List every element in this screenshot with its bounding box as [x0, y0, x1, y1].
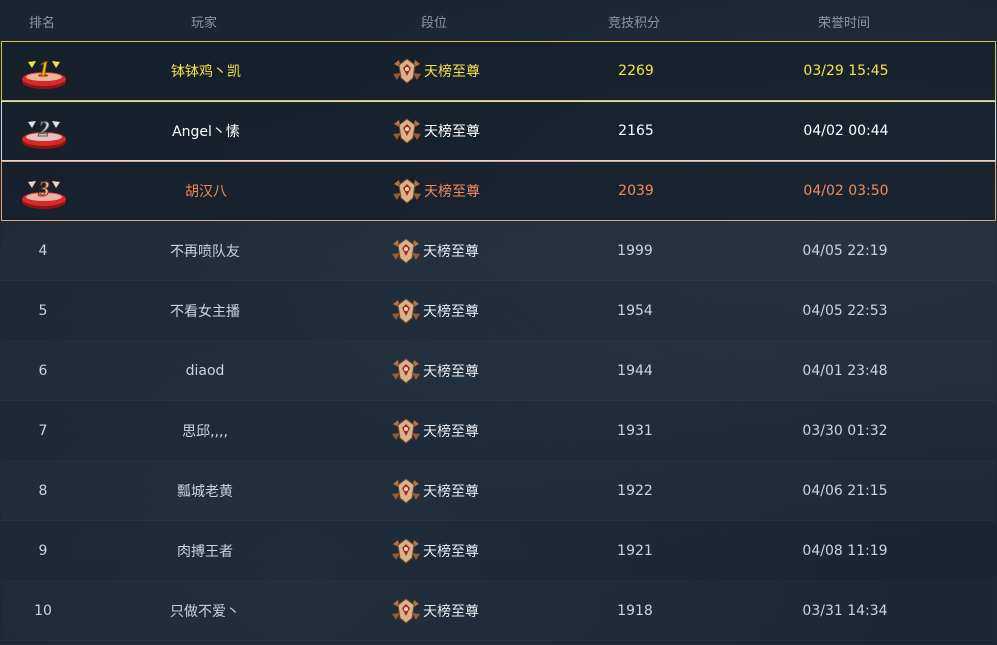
header-score: 竞技积分 — [607, 15, 660, 31]
time-cell: 04/08 11:19 — [802, 542, 888, 559]
player-name[interactable]: 胡汉八 — [86, 181, 326, 201]
tier-cell: 天榜至尊 — [325, 536, 545, 566]
score-cell: 1922 — [617, 482, 653, 499]
bronze-medal-icon: 3 — [22, 176, 66, 209]
table-row[interactable]: 9 肉搏王者 天榜至尊 1921 04/08 11:19 — [1, 521, 996, 581]
time-cell: 03/29 15:45 — [803, 63, 889, 79]
rank-cell: 6 — [38, 362, 48, 379]
header-player: 玩家 — [190, 15, 217, 31]
player-name[interactable]: 思邱,,,, — [85, 421, 325, 441]
tier-emblem-icon — [393, 58, 421, 84]
table-row[interactable]: 10 只做不爱丶 天榜至尊 1918 03/31 14:34 — [1, 581, 996, 641]
tier-cell: 天榜至尊 — [325, 296, 545, 326]
time-cell: 04/02 00:44 — [803, 123, 889, 139]
tier-emblem-icon — [392, 537, 420, 564]
score-cell: 1921 — [617, 542, 653, 559]
score-cell: 2165 — [618, 123, 654, 139]
svg-text:2: 2 — [38, 116, 50, 141]
tier-emblem-icon — [392, 597, 420, 624]
svg-text:1: 1 — [39, 56, 50, 81]
svg-text:3: 3 — [38, 176, 50, 201]
table-row[interactable]: 2 Angel丶愫 天榜至尊 2165 04/02 00:44 — [1, 101, 996, 161]
table-header: 排名 玩家 段位 竞技积分 荣誉时间 — [0, 0, 997, 42]
tier-emblem-icon — [392, 357, 420, 384]
rank-cell: 9 — [38, 542, 48, 559]
player-name[interactable]: diaod — [85, 363, 325, 379]
tier-label: 天榜至尊 — [424, 184, 480, 200]
player-name[interactable]: 瓢城老黄 — [85, 481, 325, 501]
tier-cell: 天榜至尊 — [325, 236, 545, 266]
score-cell: 2039 — [618, 183, 654, 199]
time-cell: 04/06 21:15 — [802, 482, 888, 499]
score-cell: 1999 — [617, 242, 653, 259]
tier-cell: 天榜至尊 — [325, 416, 545, 446]
tier-cell: 天榜至尊 — [326, 116, 546, 146]
rank-cell: 4 — [38, 242, 48, 259]
tier-emblem-icon — [393, 178, 421, 204]
table-row[interactable]: 7 思邱,,,, 天榜至尊 1931 03/30 01:32 — [1, 401, 996, 461]
time-cell: 03/31 14:34 — [802, 602, 888, 619]
player-name[interactable]: 肉搏王者 — [85, 541, 325, 561]
player-name[interactable]: 只做不爱丶 — [85, 601, 325, 621]
time-cell: 03/30 01:32 — [802, 422, 888, 439]
tier-cell: 天榜至尊 — [325, 596, 545, 626]
score-cell: 1918 — [617, 602, 653, 619]
leaderboard-rows: 1 钵钵鸡丶凯 天榜至尊 2269 03/29 15:45 2 Angel丶愫 … — [0, 41, 997, 641]
tier-emblem-icon — [392, 477, 420, 504]
tier-label: 天榜至尊 — [423, 603, 479, 620]
tier-emblem-icon — [392, 297, 420, 324]
time-cell: 04/01 23:48 — [802, 362, 888, 379]
silver-medal-icon: 2 — [22, 116, 66, 149]
tier-label: 天榜至尊 — [423, 243, 479, 260]
rank-cell: 3 — [2, 172, 86, 210]
player-name[interactable]: 不再喷队友 — [85, 241, 325, 261]
player-name[interactable]: 钵钵鸡丶凯 — [86, 61, 326, 81]
tier-label: 天榜至尊 — [423, 303, 479, 320]
rank-cell: 2 — [2, 112, 86, 150]
time-cell: 04/05 22:53 — [802, 302, 888, 319]
score-cell: 1931 — [617, 422, 653, 439]
rank-cell: 5 — [38, 302, 48, 319]
time-cell: 04/02 03:50 — [803, 183, 889, 199]
table-row[interactable]: 3 胡汉八 天榜至尊 2039 04/02 03:50 — [1, 161, 996, 221]
tier-emblem-icon — [393, 118, 421, 144]
tier-cell: 天榜至尊 — [326, 56, 546, 86]
tier-emblem-icon — [392, 417, 420, 444]
leaderboard: 排名 玩家 段位 竞技积分 荣誉时间 1 钵钵鸡丶凯 天榜至尊 2269 03/… — [0, 0, 997, 645]
tier-label: 天榜至尊 — [423, 423, 479, 440]
rank-cell: 7 — [38, 422, 48, 439]
gold-medal-icon: 1 — [22, 56, 66, 89]
tier-cell: 天榜至尊 — [325, 476, 545, 506]
table-row[interactable]: 1 钵钵鸡丶凯 天榜至尊 2269 03/29 15:45 — [1, 41, 996, 101]
player-name[interactable]: Angel丶愫 — [86, 121, 326, 141]
tier-label: 天榜至尊 — [424, 124, 480, 140]
header-time: 荣誉时间 — [817, 15, 870, 31]
tier-label: 天榜至尊 — [423, 543, 479, 560]
tier-cell: 天榜至尊 — [326, 176, 546, 206]
time-cell: 04/05 22:19 — [802, 242, 888, 259]
table-row[interactable]: 6 diaod 天榜至尊 1944 04/01 23:48 — [1, 341, 996, 401]
score-cell: 1954 — [617, 302, 653, 319]
table-row[interactable]: 5 不看女主播 天榜至尊 1954 04/05 22:53 — [1, 281, 996, 341]
table-row[interactable]: 4 不再喷队友 天榜至尊 1999 04/05 22:19 — [1, 221, 996, 281]
header-rank: 排名 — [28, 15, 55, 31]
rank-cell: 1 — [2, 52, 86, 90]
rank-cell: 8 — [38, 482, 48, 499]
tier-cell: 天榜至尊 — [325, 356, 545, 386]
header-tier: 段位 — [420, 15, 447, 31]
tier-label: 天榜至尊 — [423, 483, 479, 500]
rank-cell: 10 — [34, 602, 52, 619]
score-cell: 2269 — [618, 63, 654, 79]
player-name[interactable]: 不看女主播 — [85, 301, 325, 321]
tier-emblem-icon — [392, 237, 420, 264]
tier-label: 天榜至尊 — [423, 363, 479, 380]
tier-label: 天榜至尊 — [424, 64, 480, 80]
table-row[interactable]: 8 瓢城老黄 天榜至尊 1922 04/06 21:15 — [1, 461, 996, 521]
score-cell: 1944 — [617, 362, 653, 379]
